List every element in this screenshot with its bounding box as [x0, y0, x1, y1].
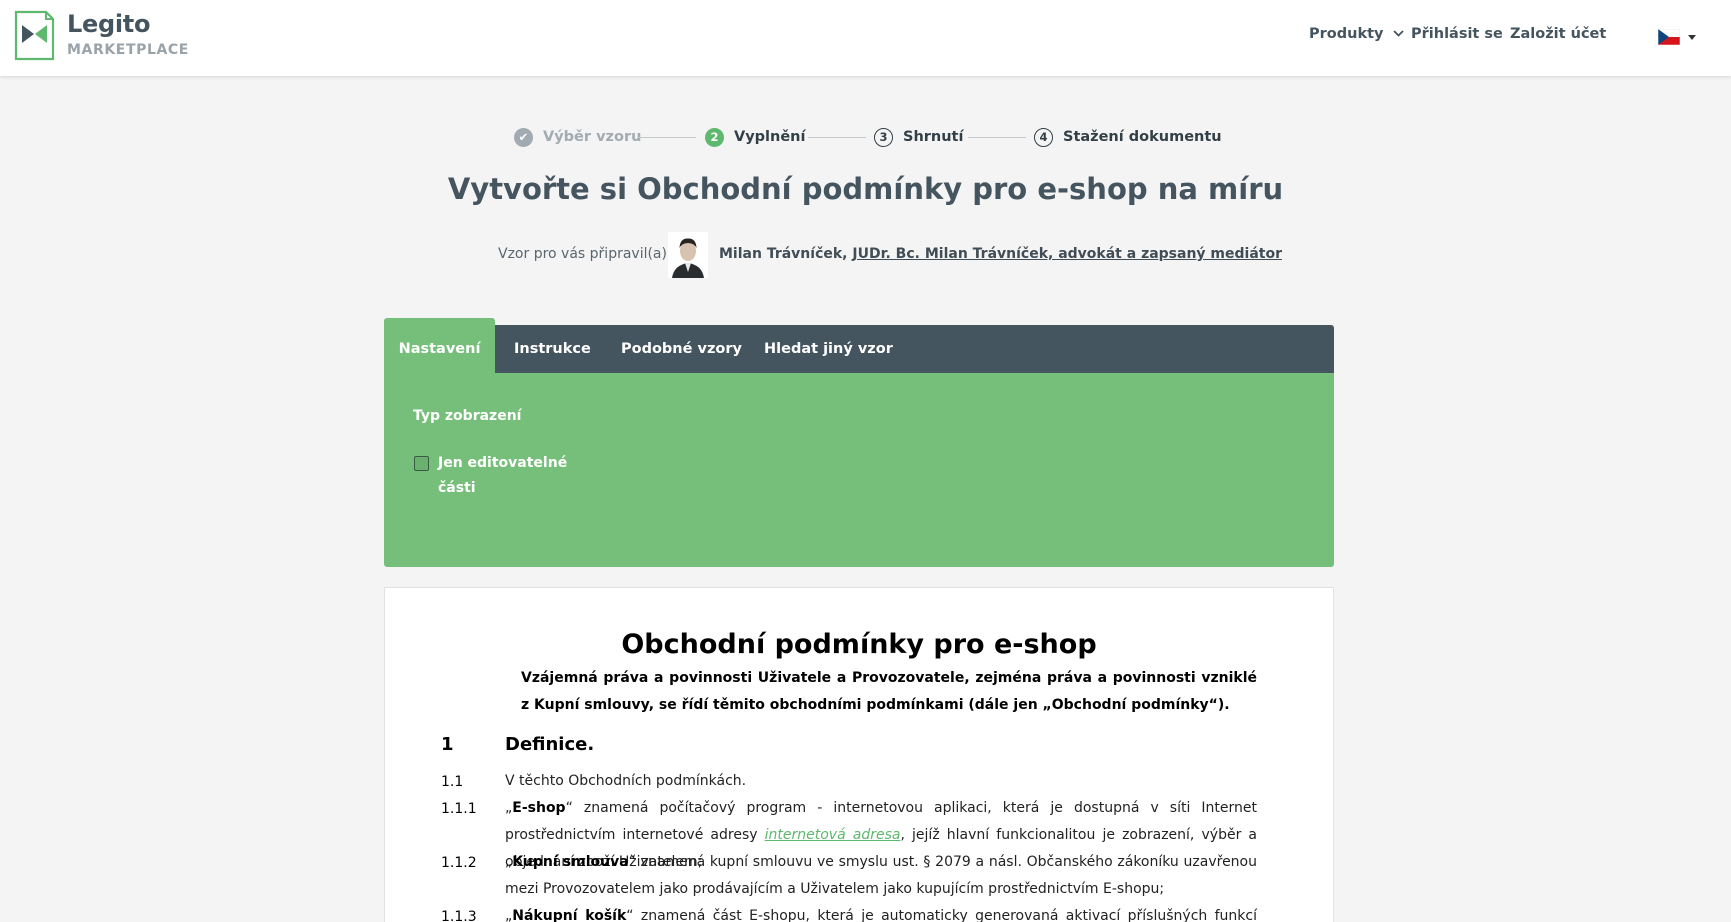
login-link[interactable]: Přihlásit se: [1411, 26, 1503, 42]
clause-text: V těchto Obchodních podmínkách.: [505, 773, 747, 789]
editable-only-label[interactable]: Jen editovatelné části: [438, 451, 578, 501]
author-avatar: [668, 232, 708, 278]
step-shrnuti: 3 Shrnutí: [874, 125, 963, 149]
step-number: 4: [1034, 127, 1053, 147]
author-name: Milan Trávníček,: [719, 246, 848, 262]
nav-produkty-label: Produkty: [1309, 26, 1384, 42]
brand-name: Legito: [67, 10, 151, 38]
display-type-heading: Typ zobrazení: [413, 408, 522, 424]
section-number: 1: [441, 734, 454, 755]
step-number: 2: [705, 127, 724, 147]
top-navbar: Legito MARKETPLACE Produkty Přihlásit se…: [0, 0, 1731, 76]
step-divider: [968, 137, 1026, 138]
clause-number: 1.1.3: [441, 909, 477, 922]
clause-number: 1.1.2: [441, 855, 477, 871]
step-check-icon: ✔: [514, 127, 533, 147]
language-caret-icon[interactable]: [1688, 35, 1696, 40]
step-stazeni: 4 Stažení dokumentu: [1034, 125, 1222, 149]
document-title: Obchodní podmínky pro e-shop: [621, 629, 1097, 660]
section-title: Definice.: [505, 734, 595, 755]
step-label: Vyplnění: [734, 129, 806, 145]
clause-number: 1.1: [441, 774, 464, 790]
nav-produkty-dropdown[interactable]: Produkty: [1309, 26, 1404, 42]
step-vyber-vzoru[interactable]: ✔ Výběr vzoru: [514, 125, 641, 149]
settings-panel: Typ zobrazení Jen editovatelné části: [384, 373, 1334, 567]
clause-text: „Kupní smlouva“ znamená kupní smlouvu ve…: [505, 849, 1257, 903]
editable-field[interactable]: internetová adresa: [765, 827, 901, 843]
document-preview: Obchodní podmínky pro e-shop Vzájemná pr…: [384, 587, 1334, 922]
czech-flag-icon[interactable]: [1658, 29, 1680, 45]
step-divider: [808, 137, 866, 138]
tab-instrukce[interactable]: Instrukce: [514, 325, 591, 373]
tab-hledat-jiny-vzor[interactable]: Hledat jiný vzor: [764, 325, 893, 373]
progress-stepper: ✔ Výběr vzoru 2 Vyplnění 3 Shrnutí 4 Sta…: [0, 125, 1731, 149]
page-title: Vytvořte si Obchodní podmínky pro e-shop…: [447, 172, 1284, 206]
author-profile-link[interactable]: JUDr. Bc. Milan Trávníček, advokát a zap…: [852, 246, 1282, 262]
chevron-down-icon: [1392, 30, 1404, 37]
editable-only-checkbox[interactable]: [414, 456, 429, 471]
document-intro: Vzájemná práva a povinnosti Uživatele a …: [521, 670, 1257, 713]
step-number: 3: [874, 127, 893, 147]
defined-term: Kupní smlouva: [512, 854, 629, 870]
step-label: Výběr vzoru: [543, 129, 642, 145]
defined-term: E-shop: [512, 800, 566, 816]
tab-nastaveni[interactable]: Nastavení: [384, 318, 495, 373]
step-label: Stažení dokumentu: [1063, 129, 1222, 145]
brand-subtitle: MARKETPLACE: [67, 42, 189, 58]
clause-text: „Nákupní košík“ znamená část E-shopu, kt…: [505, 903, 1257, 922]
author-info: Vzor pro vás připravil(a): Milan Trávníč…: [0, 232, 1731, 278]
step-divider: [638, 137, 696, 138]
defined-term: Nákupní košík: [512, 908, 627, 922]
step-label: Shrnutí: [903, 129, 964, 145]
legito-logo-icon[interactable]: [14, 10, 55, 61]
step-vyplneni: 2 Vyplnění: [705, 125, 805, 149]
author-name-line: Milan Trávníček, JUDr. Bc. Milan Trávníč…: [719, 246, 1282, 262]
author-label: Vzor pro vás připravil(a):: [498, 246, 672, 262]
settings-tabs: Nastavení Instrukce Podobné vzory Hledat…: [384, 318, 1334, 373]
register-link[interactable]: Založit účet: [1510, 26, 1606, 42]
tab-podobne-vzory[interactable]: Podobné vzory: [621, 325, 742, 373]
clause-number: 1.1.1: [441, 801, 477, 817]
